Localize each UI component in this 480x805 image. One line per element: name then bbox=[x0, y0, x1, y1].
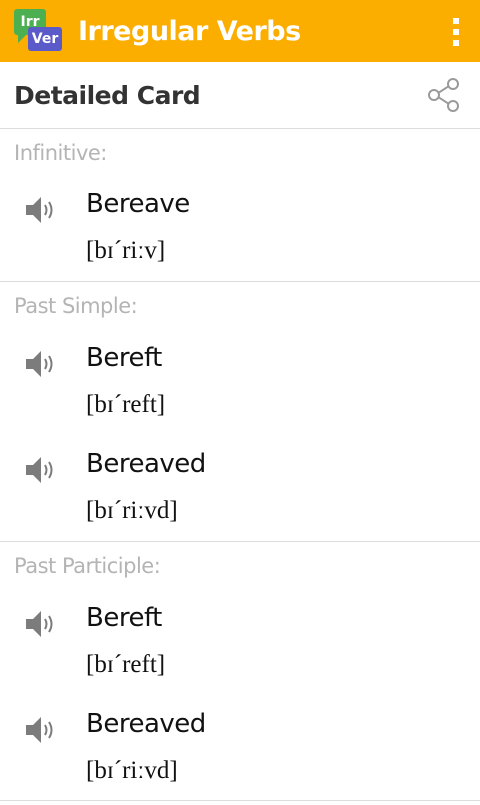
list-item: Bereaved [bɪˊriːvd] bbox=[0, 699, 480, 805]
speaker-icon[interactable] bbox=[24, 347, 58, 381]
speaker-icon[interactable] bbox=[24, 713, 58, 747]
section-label: Infinitive: bbox=[14, 141, 107, 165]
share-icon[interactable] bbox=[426, 77, 462, 113]
speaker-icon[interactable] bbox=[24, 193, 58, 227]
verb-transcription: [bɪˊreft] bbox=[86, 391, 166, 418]
verb-transcription: [bɪˊreft] bbox=[86, 651, 166, 678]
list-item: Bereaved [bɪˊriːvd] bbox=[0, 439, 480, 545]
verb-form: Bereft bbox=[86, 603, 162, 633]
app-logo: Irr Ver bbox=[14, 9, 64, 53]
speaker-icon[interactable] bbox=[24, 607, 58, 641]
section-past-simple: Past Simple: Bereft [bɪˊreft] Bereaved [… bbox=[0, 282, 480, 542]
app-title: Irregular Verbs bbox=[78, 15, 301, 47]
verb-transcription: [bɪˊriːvd] bbox=[86, 497, 178, 524]
app-bar: Irr Ver Irregular Verbs bbox=[0, 0, 480, 62]
verb-form: Bereaved bbox=[86, 449, 206, 479]
verb-form: Bereft bbox=[86, 343, 162, 373]
verb-form: Bereave bbox=[86, 189, 190, 219]
list-item: Bereft [bɪˊreft] bbox=[0, 333, 480, 439]
section-label: Past Participle: bbox=[14, 554, 161, 578]
speaker-icon[interactable] bbox=[24, 453, 58, 487]
verb-transcription: [bɪˊriːvd] bbox=[86, 757, 178, 784]
list-item: Bereft [bɪˊreft] bbox=[0, 593, 480, 699]
section-infinitive: Infinitive: Bereave [bɪˊriːv] bbox=[0, 129, 480, 282]
verb-form: Bereaved bbox=[86, 709, 206, 739]
section-past-participle: Past Participle: Bereft [bɪˊreft] Bereav… bbox=[0, 542, 480, 801]
logo-bottom-bubble: Ver bbox=[28, 27, 62, 51]
card-header: Detailed Card bbox=[0, 62, 480, 129]
list-item: Bereave [bɪˊriːv] bbox=[0, 179, 480, 285]
card-title: Detailed Card bbox=[14, 80, 201, 110]
section-label: Past Simple: bbox=[14, 294, 138, 318]
verb-transcription: [bɪˊriːv] bbox=[86, 237, 166, 264]
logo-bubble-tail bbox=[18, 35, 26, 43]
overflow-menu-icon[interactable] bbox=[452, 18, 460, 46]
